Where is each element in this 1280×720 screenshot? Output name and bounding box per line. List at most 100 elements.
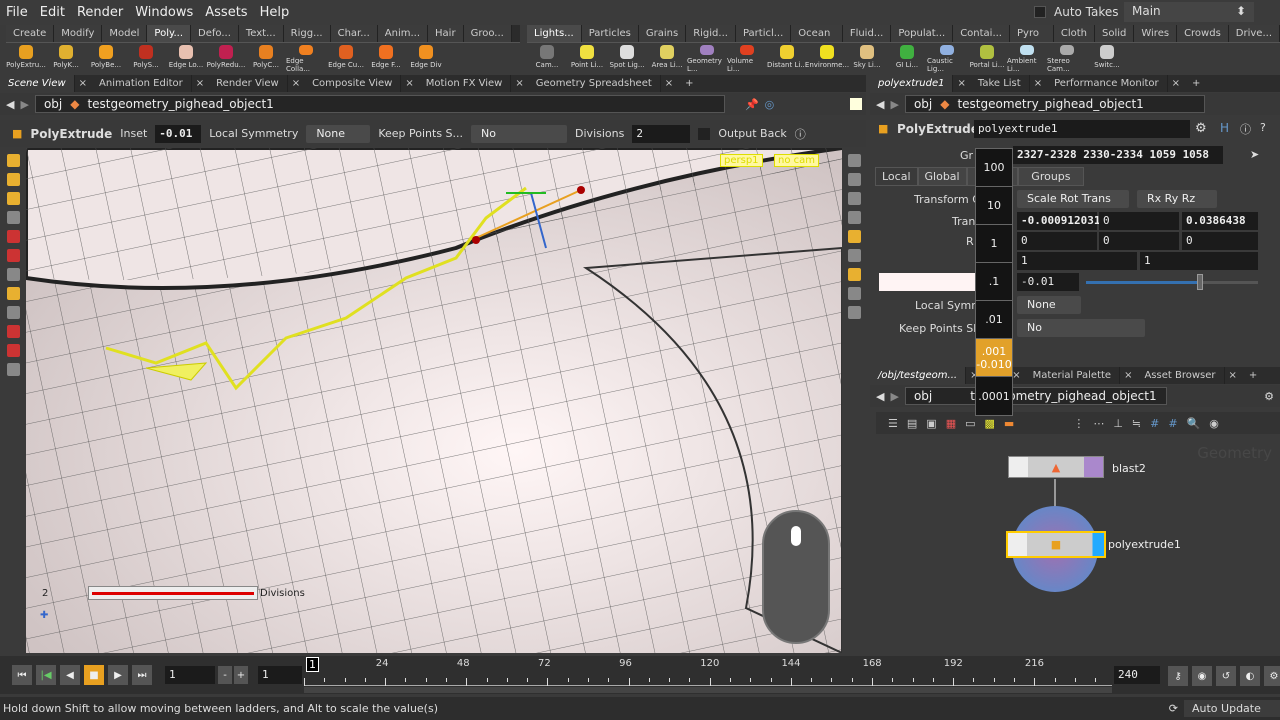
shelf-tool-14[interactable]: Switc... bbox=[1087, 43, 1127, 73]
ladder-step-0.0001[interactable]: .0001 bbox=[976, 377, 1012, 415]
shelf-tool-10[interactable]: Caustic Lig... bbox=[927, 43, 967, 73]
pane-tab-2[interactable]: Performance Monitor bbox=[1046, 75, 1168, 92]
close-icon[interactable]: × bbox=[1030, 75, 1046, 92]
shelf-tool-2[interactable]: PolyBe... bbox=[86, 43, 126, 73]
path-breadcrumb[interactable]: obj testgeometry_pighead_object1 bbox=[904, 387, 1167, 405]
close-icon[interactable]: × bbox=[401, 75, 417, 92]
select-arrow-icon[interactable]: ➤ bbox=[1250, 148, 1259, 161]
decrement-button[interactable]: - bbox=[218, 666, 232, 684]
close-icon[interactable]: × bbox=[1120, 367, 1136, 384]
pane-tab-1[interactable]: Animation Editor bbox=[91, 75, 192, 92]
pane-tab-2[interactable]: Render View bbox=[208, 75, 288, 92]
align-icon[interactable]: ⋮ bbox=[1073, 417, 1084, 430]
rotate-order-select[interactable]: Rx Ry Rz bbox=[1137, 190, 1217, 208]
point-icon[interactable] bbox=[847, 249, 861, 262]
close-icon[interactable]: × bbox=[75, 75, 91, 92]
refresh-icon[interactable]: ⟳ bbox=[1169, 702, 1178, 715]
pane-tab-1[interactable]: Take List bbox=[970, 75, 1030, 92]
scale-x[interactable]: 1 bbox=[1017, 252, 1137, 270]
shelf-tool-5[interactable]: Volume Li... bbox=[727, 43, 767, 73]
subnet-icon[interactable]: ▬ bbox=[1004, 417, 1014, 430]
back-arrow-icon[interactable]: ◀ bbox=[876, 390, 884, 403]
shelf-tab-6[interactable]: Rigg... bbox=[283, 25, 331, 42]
shelf-tool-9[interactable]: Edge F... bbox=[366, 43, 406, 73]
ladder-step-0.01[interactable]: .01 bbox=[976, 301, 1012, 339]
tab-local[interactable]: Local bbox=[875, 167, 918, 186]
keep-points-select[interactable]: No bbox=[1017, 319, 1145, 337]
play-reverse-icon[interactable]: ◀ bbox=[60, 665, 80, 685]
pose-tool-icon[interactable] bbox=[6, 230, 20, 243]
audio-icon[interactable]: ◐ bbox=[1240, 666, 1260, 686]
keep-points-select[interactable]: No bbox=[471, 124, 568, 143]
shelf-tab-7[interactable]: Char... bbox=[330, 25, 378, 42]
network-box-icon[interactable]: ▭ bbox=[965, 417, 975, 430]
back-arrow-icon[interactable]: ◀ bbox=[6, 98, 14, 111]
magnet-icon[interactable] bbox=[6, 306, 20, 319]
shelf-tool-1[interactable]: Point Li... bbox=[567, 43, 607, 73]
shelf-tab-9[interactable]: Hair bbox=[428, 25, 464, 42]
paint-icon[interactable] bbox=[6, 344, 20, 357]
shelf-tool-4[interactable]: Geometry L... bbox=[687, 43, 727, 73]
shelf-tool-7[interactable]: Environme... bbox=[805, 43, 849, 73]
node-blast2[interactable]: ▲ bbox=[1008, 456, 1104, 478]
close-icon[interactable]: × bbox=[1225, 367, 1241, 384]
pane-tab-5[interactable]: Geometry Spreadsheet bbox=[528, 75, 661, 92]
shelf-tab-5[interactable]: Text... bbox=[238, 25, 284, 42]
shelf-tool-6[interactable]: PolyC... bbox=[246, 43, 286, 73]
path-root[interactable]: obj bbox=[44, 97, 62, 111]
grid-icon[interactable] bbox=[847, 306, 861, 319]
forward-arrow-icon[interactable]: ▶ bbox=[20, 98, 28, 111]
menu-render[interactable]: Render bbox=[71, 5, 129, 20]
rotate-x[interactable]: 0 bbox=[1017, 232, 1097, 250]
shelf-tool-6[interactable]: Distant Li... bbox=[767, 43, 807, 73]
grid-icon[interactable]: # bbox=[1150, 417, 1159, 430]
pane-tab-3[interactable]: Composite View bbox=[304, 75, 402, 92]
shelf-tab-1[interactable]: Particles bbox=[581, 25, 639, 42]
divisions-slider-handle[interactable] bbox=[88, 586, 258, 600]
pane-tab-4[interactable]: Motion FX View bbox=[418, 75, 512, 92]
ladder-step-active[interactable]: .001 -0.010 bbox=[976, 339, 1012, 377]
close-icon[interactable]: × bbox=[511, 75, 527, 92]
close-icon[interactable]: × bbox=[192, 75, 208, 92]
shelf-tab-8[interactable]: Anim... bbox=[377, 25, 429, 42]
shelf-tool-8[interactable]: Sky Li... bbox=[847, 43, 887, 73]
info-icon[interactable]: ⓘ bbox=[1240, 121, 1251, 137]
pane-tab-0[interactable]: polyextrude1 bbox=[870, 75, 954, 92]
inset-field[interactable]: -0.01 bbox=[1017, 273, 1079, 291]
group-field[interactable]: 2327-2328 2330-2334 1059 1058 10 bbox=[1013, 146, 1223, 179]
current-frame-field[interactable]: 1 bbox=[165, 666, 215, 684]
add-tab-icon[interactable]: + bbox=[1184, 75, 1208, 92]
select-tool-icon[interactable] bbox=[6, 154, 20, 167]
menu-assets[interactable]: Assets bbox=[199, 5, 253, 20]
extrude-handle-icon[interactable] bbox=[6, 287, 20, 300]
shelf-tab-2[interactable]: Model bbox=[102, 25, 148, 42]
menu-help[interactable]: Help bbox=[254, 5, 296, 20]
jump-start-icon[interactable]: ⏮ bbox=[12, 665, 32, 685]
pane-tab-0[interactable]: Scene View bbox=[0, 75, 75, 92]
shading-icon[interactable] bbox=[847, 268, 861, 281]
close-icon[interactable]: × bbox=[1168, 75, 1184, 92]
shelf-tool-9[interactable]: GI Li... bbox=[887, 43, 927, 73]
forward-arrow-icon[interactable]: ▶ bbox=[890, 390, 898, 403]
auto-takes-checkbox[interactable] bbox=[1034, 6, 1046, 18]
shelf-tool-0[interactable]: Cam... bbox=[527, 43, 567, 73]
play-icon[interactable]: ▶ bbox=[108, 665, 128, 685]
normals-icon[interactable] bbox=[847, 287, 861, 300]
shelf-tab-6[interactable]: Fluid... bbox=[842, 25, 892, 42]
camera-menu[interactable]: persp1 bbox=[720, 154, 763, 167]
transform-order-select[interactable]: Scale Rot Trans bbox=[1017, 190, 1129, 208]
shelf-tab-1[interactable]: Modify bbox=[54, 25, 103, 42]
shelf-tool-10[interactable]: Edge Div bbox=[406, 43, 446, 73]
realtime-icon[interactable]: ◉ bbox=[1192, 666, 1212, 686]
lasso-icon[interactable] bbox=[6, 325, 20, 338]
shelf-tab-7[interactable]: Populat... bbox=[891, 25, 954, 42]
shelf-tool-3[interactable]: PolyS... bbox=[126, 43, 166, 73]
menu-windows[interactable]: Windows bbox=[129, 5, 199, 20]
key-icon[interactable]: ⚷ bbox=[1168, 666, 1188, 686]
node-name-field[interactable]: polyextrude1 bbox=[974, 120, 1190, 138]
back-arrow-icon[interactable]: ◀ bbox=[876, 98, 884, 111]
forward-arrow-icon[interactable]: ▶ bbox=[890, 98, 898, 111]
pane-tab-3[interactable]: Asset Browser bbox=[1136, 367, 1225, 384]
timeline-ruler[interactable]: 1 24 48 72 96 120 144 168 192 216 bbox=[304, 656, 1112, 686]
shelf-tab-10[interactable]: Groo... bbox=[463, 25, 512, 42]
